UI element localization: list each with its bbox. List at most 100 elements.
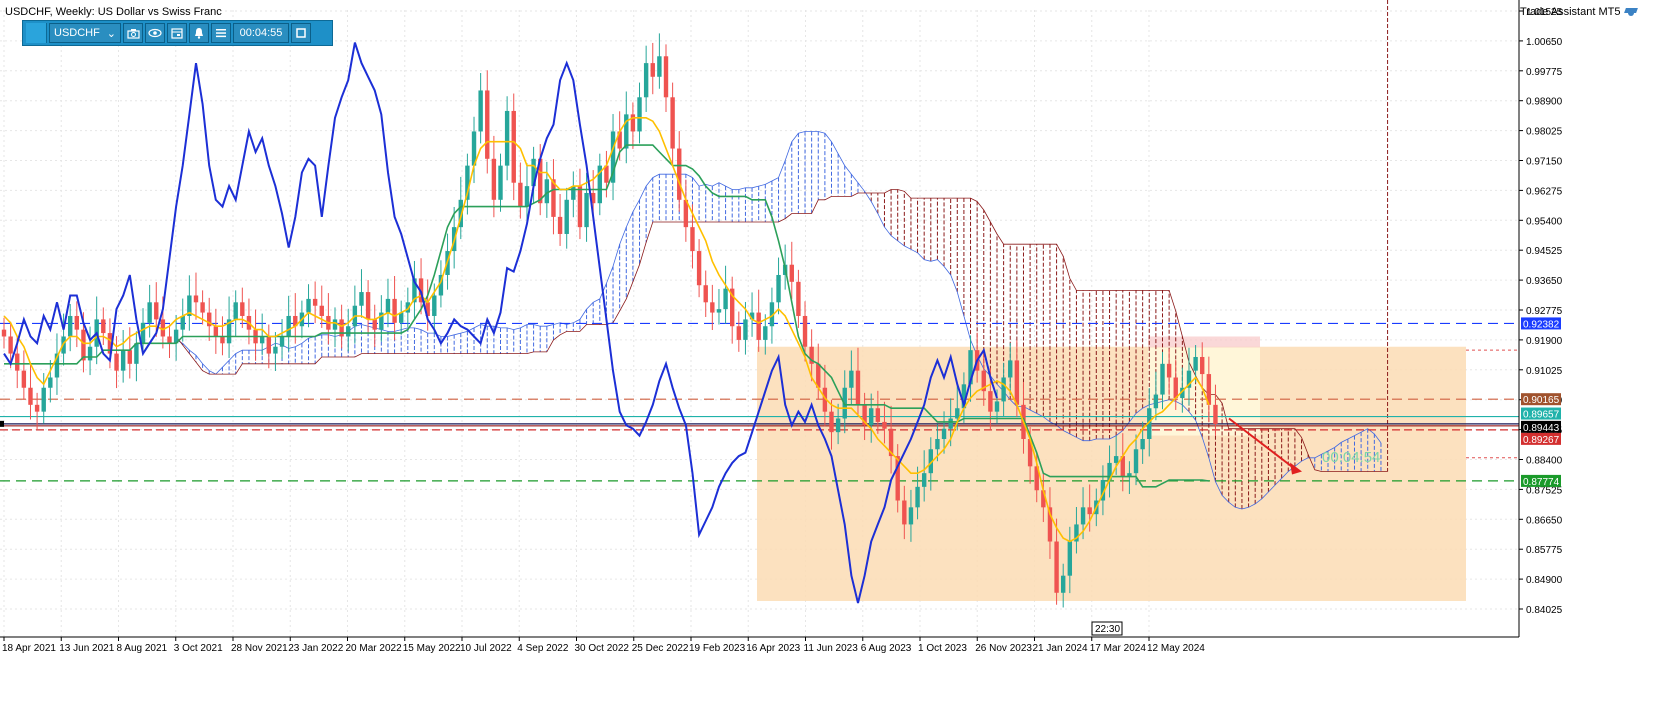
x-tick-label: 4 Sep 2022 [517,643,569,654]
window-button[interactable] [291,23,311,43]
candle-body [677,148,682,200]
candle-body [1166,363,1172,378]
candle-body [1008,360,1013,378]
candle-body [875,408,881,422]
candle-body [385,298,391,313]
candle-body [1001,377,1006,402]
candle-body [921,473,927,487]
y-tick-label: 0.97150 [1526,157,1563,168]
candle-body [167,336,172,344]
y-tick-label: 0.98900 [1526,97,1563,108]
candle-body [696,251,702,286]
candle-body [87,346,93,361]
candle-body [941,428,947,439]
calendar-button[interactable] [167,23,187,43]
x-tick-label: 23 Jan 2022 [288,643,343,654]
candle-body [41,387,46,412]
candle-body [1054,541,1059,593]
y-tick-label: 0.99775 [1526,67,1563,78]
x-tick-label: 8 Aug 2021 [117,643,168,654]
candle-body [855,370,861,405]
x-tick-label: 1 Oct 2023 [918,643,967,654]
candle-body [624,114,629,149]
candle-body [829,411,834,433]
toolbar-grip[interactable] [26,23,47,43]
candle-body [213,326,219,337]
candle-body [34,404,40,412]
candle-body [28,387,33,405]
x-tick-label: 30 Oct 2022 [575,643,630,654]
camera-icon [126,28,140,39]
candle-body [372,319,377,330]
candle-body [1080,507,1086,525]
candle-body [869,408,874,426]
candle-body [663,56,669,98]
candle-body [134,343,139,364]
candle-body [193,295,199,303]
y-tick-label: 0.96275 [1526,186,1563,197]
candle-body [306,298,311,313]
candle-body [478,90,483,132]
y-tick-label: 1.00650 [1526,37,1563,48]
chart-title: USDCHF, Weekly: US Dollar vs Swiss Franc [5,6,222,18]
candle-body [1133,449,1139,474]
cursor-time-label: 22:30 [1095,624,1120,635]
price-label-text: 0.89267 [1523,435,1560,446]
candle-body [339,319,344,337]
candle-body [48,377,53,388]
x-tick-label: 10 Jul 2022 [460,643,512,654]
candle-body [716,309,722,313]
candle-body [312,298,318,306]
candle-body [670,97,675,149]
alert-button[interactable] [189,23,209,43]
candle-body [332,319,338,330]
x-tick-label: 6 Aug 2023 [861,643,912,654]
price-label-text: 0.92382 [1523,319,1560,330]
candle-body [1014,360,1020,405]
candle-body [657,56,662,77]
candle-body [736,326,742,340]
candle-body [8,336,13,354]
candle-body [1061,575,1066,593]
candle-body [1173,377,1178,398]
candle-body [81,329,86,361]
x-tick-label: 3 Oct 2021 [174,643,223,654]
candle-body [518,182,523,207]
candle-body [703,285,708,303]
symbol-select[interactable]: USDCHF ⌄ [49,23,121,43]
candle-body [756,312,761,340]
candle-body [544,179,550,204]
candle-body [776,274,781,303]
left-edge-marker [0,420,4,427]
candle-body [637,97,642,132]
y-tick-label: 0.85775 [1526,545,1563,556]
menu-button[interactable] [211,23,231,43]
candle-body [259,336,265,344]
candle-body [557,216,563,234]
visibility-button[interactable] [145,23,165,43]
x-tick-label: 19 Feb 2023 [689,643,746,654]
candle-body [988,391,993,412]
window-icon [296,28,306,38]
x-tick-label: 15 May 2022 [403,643,461,654]
screenshot-button[interactable] [123,23,143,43]
candle-body [796,281,801,316]
candle-body [273,346,278,354]
candle-body [849,370,854,388]
candle-body [1213,404,1218,424]
candle-body [882,421,887,429]
candle-body [359,292,364,306]
candle-body [114,353,119,371]
x-tick-label: 16 Apr 2023 [746,643,800,654]
candle-body [15,353,20,371]
candle-body [491,158,497,200]
candle-body [948,418,953,429]
candle-body [643,63,649,98]
candle-body [935,438,940,450]
x-tick-label: 21 Jan 2024 [1033,643,1088,654]
resistance-box [1148,336,1260,348]
candle-body [835,418,841,433]
candle-body [180,315,185,330]
candle-body [68,315,73,337]
y-tick-label: 0.84900 [1526,575,1563,586]
